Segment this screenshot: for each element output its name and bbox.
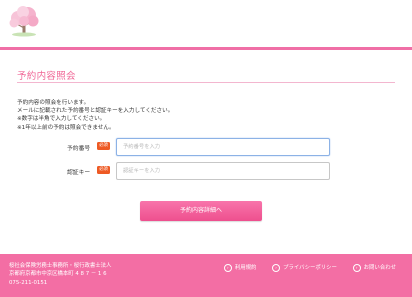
footer-address: 京都府京都市中京区橋本町 4 8 7 － 1 6 [9, 271, 107, 278]
footer-link-contact[interactable]: › お問い合わせ [352, 263, 396, 272]
auth-key-input[interactable]: 認証キーを入力 [116, 162, 330, 180]
chevron-right-icon: › [272, 263, 281, 272]
footer-address-block: 桜社会保険労務士事務所・桜行政書士法人 京都府京都市中京区橋本町 4 8 7 －… [9, 262, 111, 287]
title-divider [17, 82, 395, 83]
reservation-number-label: 予約番号 [67, 146, 91, 152]
chevron-right-icon: › [223, 263, 232, 272]
footer-link-label: 利用規約 [234, 265, 257, 271]
header-divider [0, 47, 412, 50]
site-footer: 桜社会保険労務士事務所・桜行政書士法人 京都府京都市中京区橋本町 4 8 7 －… [0, 254, 412, 297]
footer-link-label: プライバシーポリシー [283, 265, 337, 271]
reservation-number-row: 予約番号 必須 予約番号を入力 [17, 138, 337, 156]
auth-key-label: 認証キー [67, 170, 91, 176]
intro-line: 予約内容の照会を行います。 [17, 100, 90, 106]
intro-line: ※1年以上前の予約は照会できません。 [17, 124, 115, 131]
page-title: 予約内容照会 [17, 71, 76, 82]
footer-link-terms[interactable]: › 利用規約 [223, 263, 257, 272]
footer-link-privacy[interactable]: › プライバシーポリシー [272, 263, 337, 272]
cherry-blossom-tree-icon[interactable] [6, 4, 42, 38]
chevron-right-icon: › [352, 263, 361, 272]
site-header [0, 0, 412, 47]
required-badge: 必須 [97, 142, 110, 150]
footer-phone: 075-211-0151 [9, 279, 48, 286]
footer-links: › 利用規約 › プライバシーポリシー › お問い合わせ [210, 263, 396, 272]
intro-line: メールに記載された予約番号と認証キーを入力してください。 [17, 108, 174, 115]
intro-text: 予約内容の照会を行います。 メールに記載された予約番号と認証キーを入力してくださ… [17, 99, 173, 132]
required-badge: 必須 [97, 166, 110, 174]
submit-button[interactable]: 予約内容詳細へ [140, 201, 262, 221]
footer-org-name: 桜社会保険労務士事務所・桜行政書士法人 [9, 263, 112, 269]
footer-link-label: お問い合わせ [363, 265, 396, 271]
intro-line: ※数字は半角で入力してください。 [17, 116, 106, 123]
auth-key-row: 認証キー 必須 認証キーを入力 [17, 162, 337, 180]
reservation-number-input[interactable]: 予約番号を入力 [116, 138, 330, 156]
